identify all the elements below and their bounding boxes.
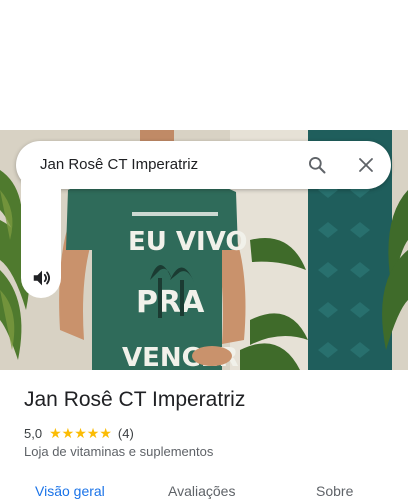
place-tabs: Visão geral Avaliações Sobre [0,476,408,500]
shirt-print-line-2: PRA [136,285,205,320]
close-icon [359,158,373,172]
search-button[interactable] [301,149,333,181]
search-bar[interactable]: Jan Rosê CT Imperatriz [16,141,391,189]
shirt-print-line-1: EU VIVO [128,227,248,257]
star-icon: ★ [61,425,75,441]
star-icon: ★ [49,425,62,441]
star-icon: ★ [74,425,87,441]
tab-reviews[interactable]: Avaliações [168,483,235,499]
rating-value: 5,0 [24,425,43,441]
search-icon [309,157,326,174]
search-query[interactable]: Jan Rosê CT Imperatriz [40,156,198,173]
place-title: Jan Rosê CT Imperatriz [24,388,246,411]
rating-row[interactable]: 5,0 ★ ★ ★ ★ ★ (4) [24,424,134,442]
clear-search-button[interactable] [350,149,382,181]
review-count[interactable]: (4) [118,426,134,441]
star-icon: ★ [86,425,100,441]
star-icon: ★ [99,425,112,441]
tab-overview[interactable]: Visão geral [35,483,105,499]
mute-toggle-button[interactable] [28,264,56,292]
star-rating: ★ ★ ★ ★ ★ [49,426,112,440]
map-top-area [0,0,408,130]
volume-icon [33,270,51,286]
tab-about[interactable]: Sobre [316,483,353,499]
place-category: Loja de vitaminas e suplementos [24,444,214,459]
